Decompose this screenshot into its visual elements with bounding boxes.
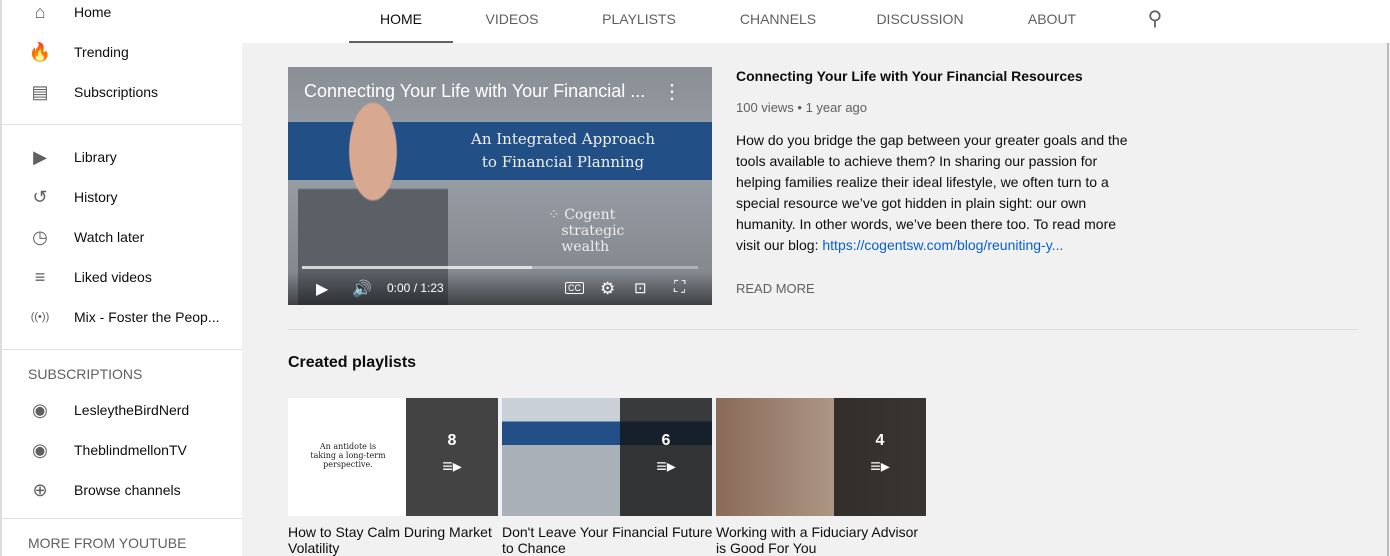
channel-tabs: HOME VIDEOS PLAYLISTS CHANNELS DISCUSSION ABO… xyxy=(242,0,1390,43)
playlist-overlay: 8 ≡▸ xyxy=(406,398,498,516)
history-icon: ↺ xyxy=(32,186,48,207)
divider xyxy=(288,329,1358,330)
playlist-play-icon: ≡▸ xyxy=(656,456,676,476)
fullscreen-icon[interactable]: ⛶ xyxy=(674,279,685,297)
divider xyxy=(2,349,242,350)
sidebar-item-trending[interactable]: 🔥 Trending xyxy=(2,32,242,72)
tab-discussion[interactable]: DISCUSSION xyxy=(865,0,975,43)
home-icon: ⌂ xyxy=(34,1,46,22)
sidebar-item-label: Home xyxy=(74,4,112,20)
time-display: 0:00 / 1:23 xyxy=(387,281,444,295)
playlist-play-icon: ≡▸ xyxy=(870,456,890,476)
divider xyxy=(2,124,242,125)
subscriptions-icon: ▤ xyxy=(31,81,49,102)
playlist-card[interactable]: 4 ≡▸ Working with a Fiduciary Advisor is G… xyxy=(716,398,926,556)
sidebar: ⌂ Home 🔥 Trending ▤ Subscriptions ▶ Library ↺ His… xyxy=(0,0,242,556)
playlist-thumbnail[interactable]: An antidote is taking a long-term perspe… xyxy=(288,398,498,516)
settings-gear-icon[interactable]: ⚙ xyxy=(600,279,615,299)
playlist-overlay: 6 ≡▸ xyxy=(620,398,712,516)
cogent-logo: ⁘ Cogent strategic wealth xyxy=(548,207,625,255)
video-player[interactable]: An Integrated Approach to Financial Plann… xyxy=(288,67,712,305)
sidebar-item-label: Browse channels xyxy=(74,482,181,498)
clock-icon: ◷ xyxy=(32,226,48,247)
playlist-card[interactable]: 6 ≡▸ Don't Leave Your Financial Future to … xyxy=(502,398,712,556)
video-count: 6 xyxy=(661,432,671,449)
banner-text: An Integrated Approach to Financial Plann… xyxy=(438,128,688,174)
video-title[interactable]: Connecting Your Life with Your Financial… xyxy=(736,68,1136,84)
section-heading: SUBSCRIPTIONS xyxy=(28,366,143,382)
sidebar-item-mix-foster-the-peop-[interactable]: ((•)) Mix - Foster the Peop... xyxy=(2,297,242,337)
playlist-play-icon: ≡▸ xyxy=(442,456,462,476)
sidebar-item-label: TheblindmellonTV xyxy=(74,442,187,458)
sidebar-item-theblindmellontv[interactable]: ◉ TheblindmellonTV xyxy=(2,430,242,470)
tab-home[interactable]: HOME xyxy=(349,0,453,43)
playlist-card[interactable]: An antidote is taking a long-term perspe… xyxy=(288,398,498,556)
sidebar-item-library[interactable]: ▶ Library xyxy=(2,137,242,177)
cast-icon[interactable]: ⊡ xyxy=(634,279,647,297)
tab-channels[interactable]: CHANNELS xyxy=(725,0,831,43)
radio-icon: ((•)) xyxy=(30,311,50,323)
more-vert-icon[interactable]: ⋮ xyxy=(662,79,682,104)
player-title[interactable]: Connecting Your Life with Your Financial… xyxy=(304,81,645,102)
read-more-button[interactable]: READ MORE xyxy=(736,281,1136,296)
sidebar-item-label: Watch later xyxy=(74,229,145,245)
channel-avatar: ◉ xyxy=(32,439,48,460)
tab-playlists[interactable]: PLAYLISTS xyxy=(587,0,691,43)
video-meta: 100 views • 1 year ago xyxy=(736,100,868,115)
search-icon[interactable]: ⚲ xyxy=(1140,0,1170,43)
banner-line: to Financial Planning xyxy=(481,153,645,171)
sidebar-item-label: Subscriptions xyxy=(74,84,159,100)
play-icon[interactable]: ▶ xyxy=(316,279,328,299)
sidebar-item-watch-later[interactable]: ◷ Watch later xyxy=(2,217,242,257)
playlist-thumbnail[interactable]: 6 ≡▸ xyxy=(502,398,712,516)
flame-icon: 🔥 xyxy=(28,41,52,62)
cc-icon[interactable]: CC xyxy=(565,282,584,294)
sidebar-item-home[interactable]: ⌂ Home xyxy=(2,0,242,32)
playlist-overlay: 4 ≡▸ xyxy=(834,398,926,516)
sidebar-item-subscriptions[interactable]: ▤ Subscriptions xyxy=(2,72,242,112)
channel-avatar: ◉ xyxy=(32,399,48,420)
player-controls: ▶ 🔊 0:00 / 1:23 CC ⚙ ⊡ ⛶ xyxy=(288,272,712,305)
sidebar-item-label: Liked videos xyxy=(74,269,152,285)
playlist-title[interactable]: Working with a Fiduciary Advisor is Good… xyxy=(716,524,931,556)
section-heading: Created playlists xyxy=(288,354,417,371)
sidebar-item-label: LesleytheBirdNerd xyxy=(74,402,190,418)
sidebar-item-label: Mix - Foster the Peop... xyxy=(74,309,220,325)
volume-icon[interactable]: 🔊 xyxy=(352,279,372,299)
playlist-icon: ≡ xyxy=(34,266,46,287)
playlist-title[interactable]: Don't Leave Your Financial Future to Cha… xyxy=(502,524,717,556)
sidebar-item-liked-videos[interactable]: ≡ Liked videos xyxy=(2,257,242,297)
sidebar-item-label: Trending xyxy=(74,44,129,60)
sidebar-item-browse-channels[interactable]: ⊕ Browse channels xyxy=(2,470,242,510)
scrollbar[interactable] xyxy=(1387,43,1389,556)
sidebar-item-label: Library xyxy=(74,149,117,165)
blog-link[interactable]: https://cogentsw.com/blog/reuniting-y... xyxy=(822,237,1063,253)
sidebar-item-lesleythebirdnerd[interactable]: ◉ LesleytheBirdNerd xyxy=(2,390,242,430)
video-count: 8 xyxy=(447,432,457,449)
progress-bar[interactable] xyxy=(302,266,698,269)
playlist-thumbnail[interactable]: 4 ≡▸ xyxy=(716,398,926,516)
plus-circle-icon: ⊕ xyxy=(32,479,48,500)
banner-line: An Integrated Approach xyxy=(471,130,655,148)
tab-about[interactable]: ABOUT xyxy=(1012,0,1092,43)
section-heading: MORE FROM YOUTUBE xyxy=(28,535,187,551)
thumbnail-text: An antidote is taking a long-term perspe… xyxy=(310,442,386,469)
video-count: 4 xyxy=(875,432,885,449)
library-icon: ▶ xyxy=(33,146,47,167)
sidebar-item-history[interactable]: ↺ History xyxy=(2,177,242,217)
divider xyxy=(2,518,242,519)
tab-videos[interactable]: VIDEOS xyxy=(467,0,557,43)
video-description: How do you bridge the gap between your g… xyxy=(736,132,1128,253)
video-info: Connecting Your Life with Your Financial… xyxy=(736,67,1136,296)
sidebar-item-label: History xyxy=(74,189,118,205)
playlist-title[interactable]: How to Stay Calm During Market Volatilit… xyxy=(288,524,503,556)
